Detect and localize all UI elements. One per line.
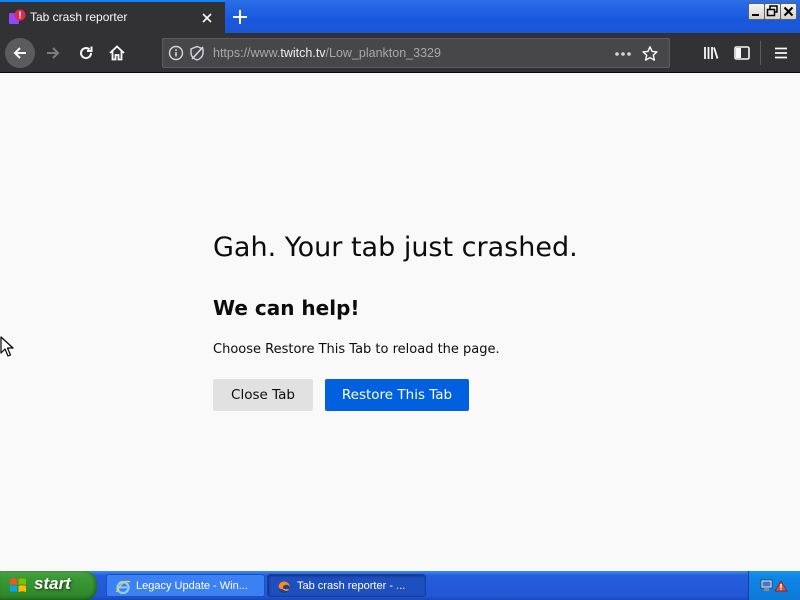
plus-icon[interactable] bbox=[230, 7, 250, 27]
menu-button[interactable] bbox=[765, 33, 797, 73]
firefox-icon bbox=[278, 581, 290, 593]
close-tab-button[interactable]: Close Tab bbox=[213, 379, 313, 411]
hamburger-menu-icon bbox=[775, 47, 787, 59]
taskbar-item-label: Tab crash reporter - ... bbox=[297, 580, 406, 592]
back-button-circle bbox=[5, 38, 35, 68]
library-icon bbox=[704, 47, 719, 59]
star-icon[interactable] bbox=[641, 45, 659, 63]
start-label: start bbox=[34, 574, 71, 593]
mouse-cursor-icon bbox=[0, 336, 14, 357]
url-domain: twitch.tv bbox=[280, 46, 326, 60]
system-tray bbox=[748, 571, 800, 600]
back-button[interactable] bbox=[4, 33, 36, 73]
reload-button[interactable] bbox=[70, 33, 102, 73]
crash-badge-icon bbox=[9, 9, 26, 24]
library-button[interactable] bbox=[695, 33, 727, 73]
page-content: Gah. Your tab just crashed. We can help!… bbox=[0, 73, 800, 571]
taskbar-item-label: Legacy Update - Win... bbox=[136, 580, 248, 592]
url-bar[interactable]: https://www.twitch.tv/Low_plankton_3329 bbox=[162, 38, 670, 68]
info-icon[interactable] bbox=[168, 45, 184, 61]
tab-strip: Tab crash reporter bbox=[0, 0, 800, 33]
restore-button[interactable] bbox=[764, 3, 781, 20]
home-icon bbox=[109, 45, 125, 61]
url-text[interactable]: https://www.twitch.tv/Low_plankton_3329 bbox=[213, 46, 441, 60]
taskbar-item-tab-crash-reporter[interactable]: Tab crash reporter - ... bbox=[267, 574, 426, 597]
close-icon[interactable] bbox=[199, 10, 215, 26]
taskbar-item-legacy-update[interactable]: Legacy Update - Win... bbox=[106, 574, 265, 597]
tab-title: Tab crash reporter bbox=[30, 10, 128, 24]
sidebar-icon bbox=[734, 46, 750, 60]
nav-toolbar: https://www.twitch.tv/Low_plankton_3329 bbox=[0, 33, 800, 73]
arrow-left-icon bbox=[13, 47, 26, 59]
more-dots-icon[interactable] bbox=[613, 46, 633, 62]
close-window-button[interactable] bbox=[780, 3, 797, 20]
url-prefix: https://www. bbox=[213, 46, 281, 60]
restore-icon bbox=[766, 5, 778, 17]
close-icon bbox=[783, 6, 794, 17]
windows-logo-icon bbox=[10, 578, 26, 592]
restore-tab-button[interactable]: Restore This Tab bbox=[325, 379, 469, 411]
network-icon[interactable] bbox=[759, 577, 791, 594]
home-button[interactable] bbox=[101, 33, 133, 73]
start-button[interactable]: start bbox=[0, 571, 97, 600]
help-heading: We can help! bbox=[213, 296, 360, 320]
toolbar-separator bbox=[760, 41, 761, 65]
url-path: /Low_plankton_3329 bbox=[325, 46, 441, 60]
internet-explorer-icon bbox=[115, 580, 131, 595]
tracking-protection-icon[interactable] bbox=[189, 45, 205, 61]
reload-icon bbox=[80, 46, 93, 60]
tab-crash-reporter[interactable]: Tab crash reporter bbox=[0, 0, 225, 33]
arrow-right-icon bbox=[47, 47, 60, 59]
page-title: Gah. Your tab just crashed. bbox=[213, 232, 578, 263]
help-text: Choose Restore This Tab to reload the pa… bbox=[213, 342, 500, 357]
sidebar-button[interactable] bbox=[726, 33, 758, 73]
forward-button[interactable] bbox=[37, 33, 69, 73]
minimize-icon bbox=[752, 14, 759, 16]
minimize-button[interactable] bbox=[748, 3, 765, 20]
taskbar: start Legacy Update - Win... Tab crash r… bbox=[0, 571, 800, 600]
